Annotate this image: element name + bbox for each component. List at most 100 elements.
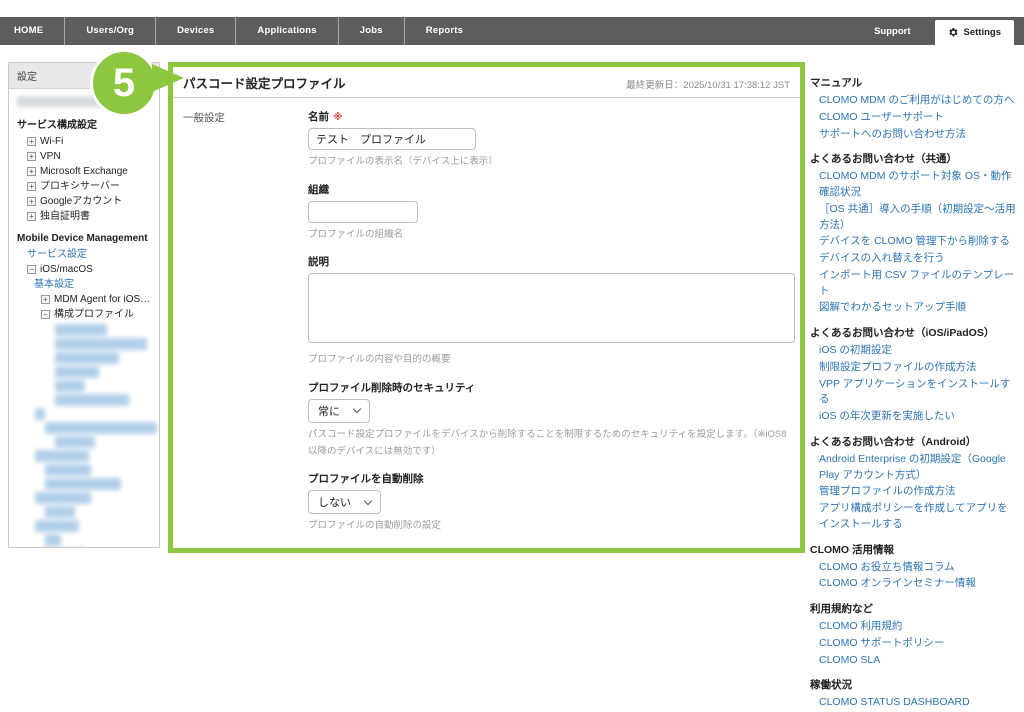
nav-item-jobs[interactable]: Jobs xyxy=(338,17,404,45)
sidebar-tree-item[interactable]: + Wi-Fi xyxy=(15,134,153,149)
redacted-sidebar-link[interactable] xyxy=(55,366,99,378)
tree-item-label: 独自証明書 xyxy=(40,209,90,224)
removal-security-select[interactable]: 常に xyxy=(308,399,370,423)
redacted-sidebar-link[interactable] xyxy=(35,450,89,462)
nav-item-applications[interactable]: Applications xyxy=(235,17,337,45)
help-link[interactable]: インポート用 CSV ファイルのテンプレート xyxy=(810,268,1018,300)
org-help-text: プロファイルの組織名 xyxy=(308,227,795,244)
help-link[interactable]: Android Enterprise の初期設定（Google Play アカウ… xyxy=(810,452,1018,484)
expand-icon[interactable]: + xyxy=(27,182,36,191)
section-label-general: 一般設定 xyxy=(183,98,308,543)
tab-settings[interactable]: Settings xyxy=(935,20,1014,45)
help-section-title: よくあるお問い合わせ（iOS/iPadOS） xyxy=(810,325,1018,340)
expand-icon[interactable]: + xyxy=(27,212,36,221)
expand-icon[interactable]: + xyxy=(41,295,50,304)
removal-security-label: プロファイル削除時のセキュリティ xyxy=(308,380,795,395)
help-link[interactable]: CLOMO 利用規約 xyxy=(810,619,1018,635)
tree-item-label: VPN xyxy=(40,149,61,164)
sidebar-tree-item[interactable]: サービス設定 xyxy=(15,247,153,262)
help-section-title: 稼働状況 xyxy=(810,677,1018,692)
help-link[interactable]: ［OS 共通］導入の手順（初期設定～活用方法） xyxy=(810,202,1018,234)
sidebar-tree-item[interactable]: − iOS/macOS xyxy=(15,262,153,277)
page-title: パスコード設定プロファイル xyxy=(183,73,346,92)
help-link[interactable]: CLOMO オンラインセミナー情報 xyxy=(810,576,1018,592)
help-link[interactable]: CLOMO MDM のご利用がはじめての方へ xyxy=(810,93,1018,109)
help-link[interactable]: CLOMO STATUS DASHBOARD xyxy=(810,695,1018,711)
auto-remove-help: プロファイルの自動削除の設定 xyxy=(308,518,795,535)
annotation-arrow xyxy=(152,64,184,92)
redacted-sidebar-link[interactable] xyxy=(45,506,75,518)
help-section-title: よくあるお問い合わせ（共通） xyxy=(810,151,1018,166)
help-link[interactable]: CLOMO お役立ち情報コラム xyxy=(810,560,1018,576)
profile-name-input[interactable] xyxy=(308,128,476,150)
help-link[interactable]: iOS の年次更新を実施したい xyxy=(810,409,1018,425)
help-link[interactable]: CLOMO MDM のサポート対象 OS・動作確認状況 xyxy=(810,169,1018,201)
removal-security-value: 常に xyxy=(318,403,340,419)
name-field-label: 名前※ xyxy=(308,109,795,124)
auto-remove-label: プロファイルを自動削除 xyxy=(308,471,795,486)
help-link[interactable]: デバイスの入れ替えを行う xyxy=(810,251,1018,267)
help-link[interactable]: iOS の初期設定 xyxy=(810,343,1018,359)
required-asterisk: ※ xyxy=(333,112,343,123)
top-navigation-bar: HOME Users/Org Devices Applications Jobs… xyxy=(0,17,1024,45)
nav-item-reports[interactable]: Reports xyxy=(404,17,484,45)
sidebar-tree-item[interactable]: 基本設定 xyxy=(15,277,153,292)
nav-item-home[interactable]: HOME xyxy=(0,17,64,45)
tree-item-label: プロキシサーバー xyxy=(40,179,120,194)
tree-item-label: Microsoft Exchange xyxy=(40,164,128,179)
expand-icon[interactable]: + xyxy=(27,152,36,161)
sidebar-tree-item[interactable]: + プロキシサーバー xyxy=(15,179,153,194)
redacted-sidebar-link[interactable] xyxy=(55,338,147,350)
nav-item-users-org[interactable]: Users/Org xyxy=(64,17,155,45)
tree-item-label: 構成プロファイル xyxy=(54,307,134,322)
organization-input[interactable] xyxy=(308,201,418,223)
sidebar-tree-item[interactable]: + VPN xyxy=(15,149,153,164)
removal-security-help: パスコード設定プロファイルをデバイスから削除することを制限するためのセキュリティ… xyxy=(308,427,795,460)
redacted-sidebar-link[interactable] xyxy=(55,394,129,406)
description-help-text: プロファイルの内容や目的の概要 xyxy=(308,352,795,369)
redacted-sidebar-link[interactable] xyxy=(45,534,61,546)
help-link[interactable]: アプリ構成ポリシーを作成してアプリをインストールする xyxy=(810,501,1018,533)
help-link[interactable]: VPP アプリケーションをインストールする xyxy=(810,377,1018,409)
sidebar-tree-item[interactable]: + Microsoft Exchange xyxy=(15,164,153,179)
sidebar-tree-item[interactable]: + MDM Agent for iOS設定 xyxy=(15,292,153,307)
redacted-sidebar-link[interactable] xyxy=(35,408,45,420)
description-field-label: 説明 xyxy=(308,254,795,269)
description-textarea[interactable] xyxy=(308,273,795,343)
help-link[interactable]: 図解でわかるセットアップ手順 xyxy=(810,300,1018,316)
help-link[interactable]: 管理プロファイルの作成方法 xyxy=(810,484,1018,500)
help-link[interactable]: CLOMO SLA xyxy=(810,653,1018,669)
redacted-sidebar-link[interactable] xyxy=(35,492,91,504)
sidebar-tree-item[interactable]: + 独自証明書 xyxy=(15,209,153,224)
redacted-sidebar-link[interactable] xyxy=(55,324,107,336)
nav-item-support[interactable]: Support xyxy=(850,26,934,37)
help-link[interactable]: CLOMO ユーザーサポート xyxy=(810,110,1018,126)
redacted-sidebar-link[interactable] xyxy=(55,352,119,364)
expand-icon[interactable]: − xyxy=(27,265,36,274)
tree-item-label: MDM Agent for iOS設定 xyxy=(54,292,153,307)
expand-icon[interactable]: − xyxy=(41,310,50,319)
redacted-sidebar-link[interactable] xyxy=(55,436,95,448)
redacted-sidebar-link[interactable] xyxy=(55,380,85,392)
settings-tab-label: Settings xyxy=(964,27,1001,38)
help-link[interactable]: サポートへのお問い合わせ方法 xyxy=(810,127,1018,143)
expand-icon[interactable]: + xyxy=(27,197,36,206)
settings-sidebar: 設定 サービス構成設定 + Wi-Fi + VPN + Microsoft Ex… xyxy=(8,62,160,548)
help-link[interactable]: 制限設定プロファイルの作成方法 xyxy=(810,360,1018,376)
help-link[interactable]: CLOMO サポートポリシー xyxy=(810,636,1018,652)
redacted-sidebar-link[interactable] xyxy=(45,464,91,476)
nav-item-devices[interactable]: Devices xyxy=(155,17,235,45)
redacted-sidebar-link[interactable] xyxy=(45,478,121,490)
sidebar-tree-item[interactable]: − 構成プロファイル xyxy=(15,307,153,322)
org-field-label: 組織 xyxy=(308,182,795,197)
expand-icon[interactable]: + xyxy=(27,137,36,146)
tree-item-label: サービス設定 xyxy=(27,247,87,262)
redacted-sidebar-link[interactable] xyxy=(45,422,157,434)
redacted-sidebar-link[interactable] xyxy=(35,520,79,532)
help-link[interactable]: デバイスを CLOMO 管理下から削除する xyxy=(810,234,1018,250)
auto-remove-select[interactable]: しない xyxy=(308,490,381,514)
expand-icon[interactable]: + xyxy=(27,167,36,176)
service-config-tree: + Wi-Fi + VPN + Microsoft Exchange + プロキ… xyxy=(15,134,153,224)
tree-item-label: iOS/macOS xyxy=(40,262,93,277)
sidebar-tree-item[interactable]: + Googleアカウント xyxy=(15,194,153,209)
